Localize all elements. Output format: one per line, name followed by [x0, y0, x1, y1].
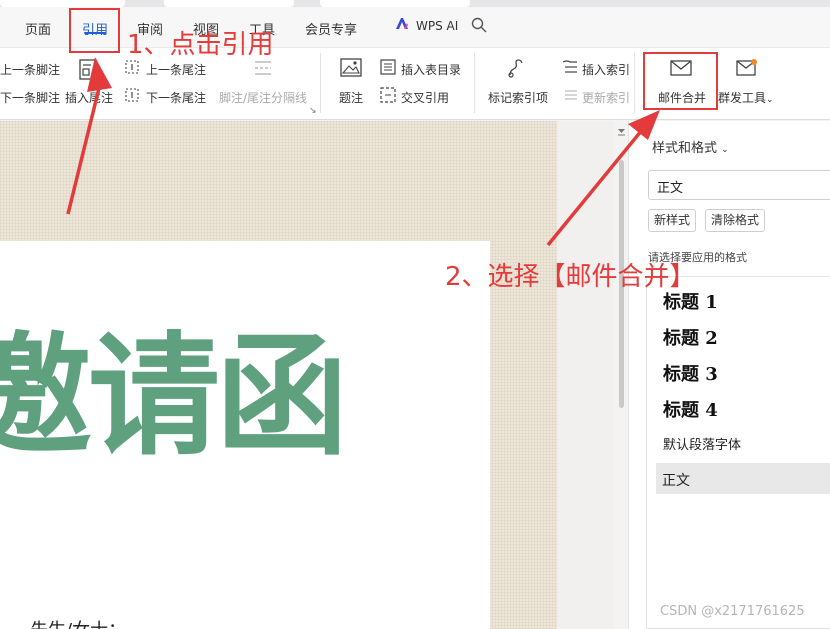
annotation-box-references	[69, 8, 120, 53]
next-endnote-icon	[125, 88, 139, 102]
footnote-separator-button[interactable]: 脚注/尾注分隔线	[219, 89, 307, 106]
style-default-font[interactable]: 默认段落字体	[663, 434, 741, 453]
cross-reference-icon	[380, 87, 396, 103]
styles-pane-title[interactable]: 样式和格式 ⌄	[652, 137, 729, 156]
mark-index-entry-button[interactable]: 标记索引项	[488, 89, 548, 106]
menu-bar	[0, 7, 830, 47]
style-heading-4[interactable]: 标题 4	[663, 396, 718, 422]
ribbon-separator	[474, 53, 475, 113]
document-salutation: 先生/女士：	[30, 616, 126, 629]
insert-endnote-button[interactable]: 插入尾注	[65, 89, 113, 106]
menu-wps-ai[interactable]: WPS AI	[416, 19, 458, 33]
current-style-value: 正文	[657, 181, 684, 196]
update-index-button[interactable]: 更新索引	[582, 89, 630, 106]
new-style-button[interactable]: 新样式	[648, 209, 697, 232]
scroll-split-icon[interactable]	[617, 128, 626, 136]
insert-index-button[interactable]: 插入索引	[582, 61, 630, 78]
annotation-step2: 2、选择【邮件合并】	[445, 262, 696, 292]
bulk-send-icon	[736, 59, 757, 76]
style-heading-3[interactable]: 标题 3	[663, 360, 718, 386]
prev-endnote-icon	[125, 60, 139, 74]
menu-member[interactable]: 会员专享	[305, 19, 357, 38]
caption-button[interactable]: 题注	[339, 89, 363, 106]
caption-icon	[340, 58, 362, 77]
bulk-send-button[interactable]: 群发工具⌄	[718, 89, 774, 106]
mark-index-icon	[508, 59, 523, 78]
document-title: 邀请函	[0, 320, 348, 474]
window-tab[interactable]	[164, 0, 294, 7]
bulk-send-label: 群发工具	[718, 91, 767, 105]
current-style-field[interactable]: 正文	[648, 170, 830, 200]
window-tab[interactable]	[0, 0, 125, 7]
style-normal[interactable]: 正文	[656, 463, 830, 494]
prev-footnote-button[interactable]: 上一条脚注	[0, 61, 60, 78]
next-footnote-button[interactable]: 下一条脚注	[0, 89, 60, 106]
window-tab[interactable]	[320, 0, 470, 7]
insert-index-icon	[562, 60, 577, 73]
style-heading-2[interactable]: 标题 2	[663, 324, 718, 350]
update-index-icon	[565, 90, 577, 100]
wps-ai-logo	[396, 18, 408, 29]
dialog-launcher-icon[interactable]: ↘	[309, 106, 317, 116]
next-endnote-button[interactable]: 下一条尾注	[146, 89, 206, 106]
prev-endnote-button[interactable]: 上一条尾注	[146, 61, 206, 78]
style-normal-label: 正文	[662, 473, 690, 489]
watermark: CSDN @x2171761625	[660, 604, 805, 619]
separator-icon	[255, 61, 271, 75]
annotation-step1: 1、点击引用	[127, 30, 274, 60]
ribbon-separator	[320, 53, 321, 113]
table-of-figures-icon	[380, 59, 396, 75]
document-margin-area	[557, 121, 614, 629]
insert-endnote-icon	[79, 59, 97, 80]
styles-pane-title-text: 样式和格式	[652, 141, 718, 156]
chevron-down-icon: ⌄	[721, 145, 729, 155]
clear-format-button[interactable]: 清除格式	[705, 209, 766, 232]
annotation-box-mail-merge	[643, 52, 718, 110]
menu-page-layout[interactable]: 页面	[25, 19, 51, 38]
window-tab-strip	[0, 0, 830, 7]
ribbon-separator	[634, 53, 635, 113]
cross-reference-button[interactable]: 交叉引用	[401, 89, 449, 106]
chevron-down-icon: ⌄	[766, 95, 774, 105]
insert-table-of-figures-button[interactable]: 插入表目录	[401, 61, 461, 78]
search-icon[interactable]	[471, 17, 487, 33]
